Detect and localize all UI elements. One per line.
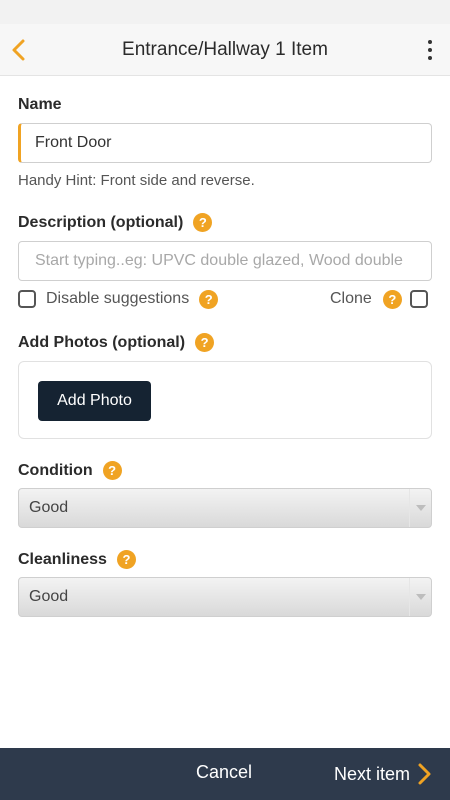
add-photo-button[interactable]: Add Photo [38,381,151,421]
status-bar [0,0,450,24]
photos-label: Add Photos (optional) ? [18,333,215,352]
name-hint: Handy Hint: Front side and reverse. [18,172,255,189]
photos-panel: Add Photo [18,361,432,439]
footer-bar: Cancel Next item [0,748,450,800]
condition-select[interactable]: Good [18,488,432,528]
cleanliness-label-text: Cleanliness [18,550,107,568]
cleanliness-value: Good [29,588,69,605]
more-vertical-icon[interactable] [420,38,440,62]
condition-label-text: Condition [18,461,93,479]
disable-suggestions-checkbox[interactable] [18,290,36,308]
name-label-text: Name [18,96,62,113]
name-label: Name [18,96,62,114]
next-item-label: Next item [334,763,411,784]
help-icon[interactable]: ? [195,333,215,352]
description-label-text: Description (optional) [18,213,184,231]
chevron-down-icon [409,489,431,527]
clone-row: Clone ? [330,287,428,311]
description-input[interactable]: Start typing..eg: UPVC double glazed, Wo… [18,241,432,281]
condition-value: Good [29,499,69,516]
cleanliness-label: Cleanliness ? [18,550,136,569]
chevron-right-icon [418,763,431,785]
help-icon[interactable]: ? [116,550,136,569]
clone-label: Clone [330,290,372,307]
next-item-button[interactable]: Next item [334,762,432,786]
disable-suggestions-row: Disable suggestions ? [18,287,219,311]
help-icon[interactable]: ? [193,213,213,232]
condition-label: Condition ? [18,461,122,480]
chevron-down-icon [409,578,431,616]
name-input[interactable]: Front Door [18,123,432,163]
cleanliness-select[interactable]: Good [18,577,432,617]
description-label: Description (optional) ? [18,213,213,232]
top-bar: Entrance/Hallway 1 Item [0,24,450,76]
page-title: Entrance/Hallway 1 Item [122,38,328,60]
clone-checkbox[interactable] [409,290,428,308]
help-icon[interactable]: ? [382,289,402,309]
help-icon[interactable]: ? [199,289,219,309]
disable-suggestions-label: Disable suggestions [46,290,190,307]
help-icon[interactable]: ? [102,461,122,480]
back-button[interactable] [8,36,32,64]
photos-label-text: Add Photos (optional) [18,333,186,351]
cancel-button[interactable]: Cancel [196,762,252,783]
chevron-left-icon [12,39,25,61]
